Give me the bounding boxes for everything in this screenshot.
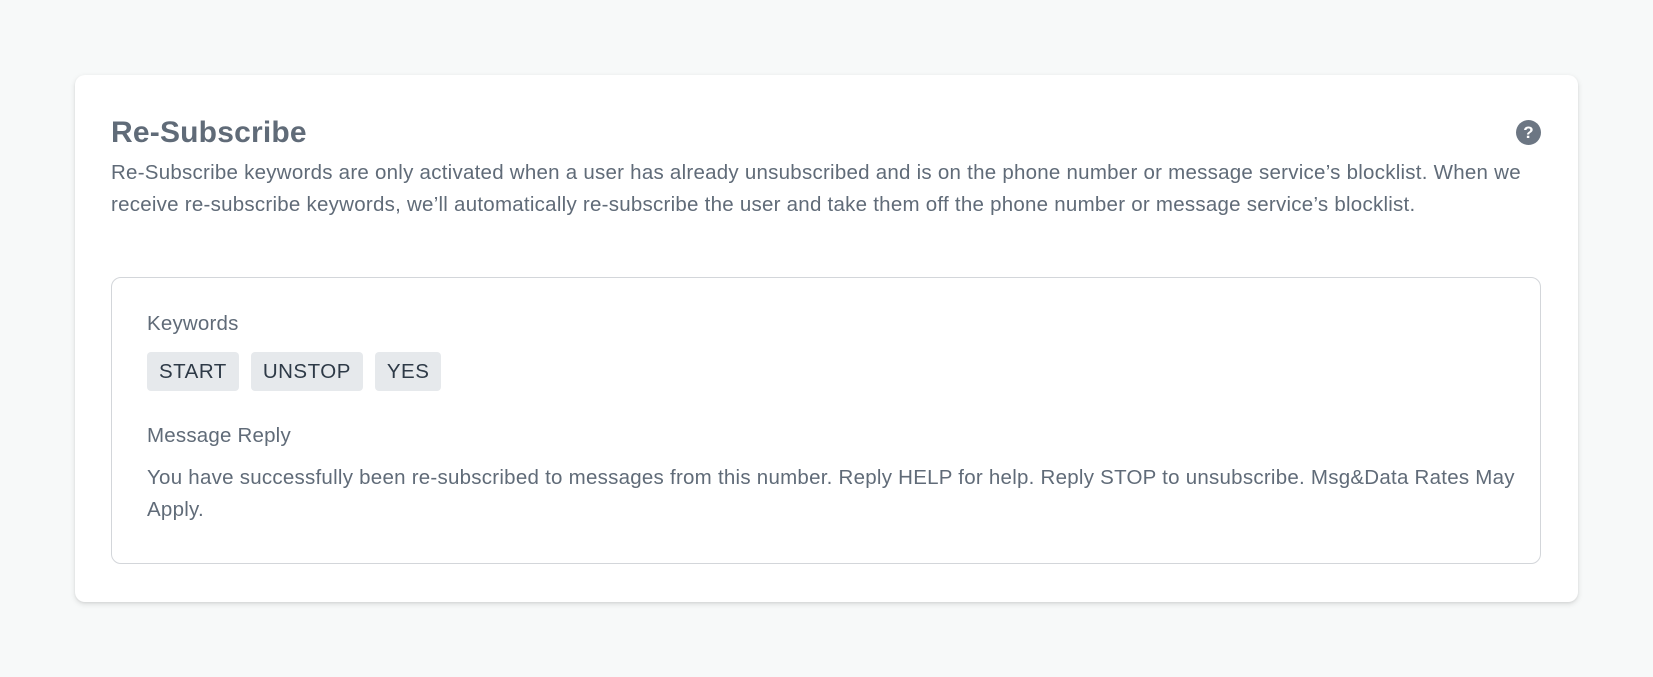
keyword-chips: START UNSTOP YES — [147, 352, 442, 391]
card-description: Re-Subscribe keywords are only activated… — [111, 161, 1521, 216]
keyword-chip: START — [147, 352, 239, 391]
message-reply-label: Message Reply — [147, 424, 291, 447]
keyword-chip: UNSTOP — [250, 352, 363, 391]
message-reply-text: You have successfully been re-subscribed… — [147, 466, 1515, 521]
help-icon[interactable]: ? — [1516, 120, 1541, 145]
card-header: Re-Subscribe ? — [111, 113, 1541, 153]
keywords-config-box: Keywords START UNSTOP YES Message Reply … — [111, 277, 1541, 564]
keyword-chip: YES — [374, 352, 442, 391]
keywords-label: Keywords — [147, 312, 239, 335]
re-subscribe-card: Re-Subscribe ? Re-Subscribe keywords are… — [75, 75, 1578, 602]
card-title: Re-Subscribe — [111, 116, 307, 149]
